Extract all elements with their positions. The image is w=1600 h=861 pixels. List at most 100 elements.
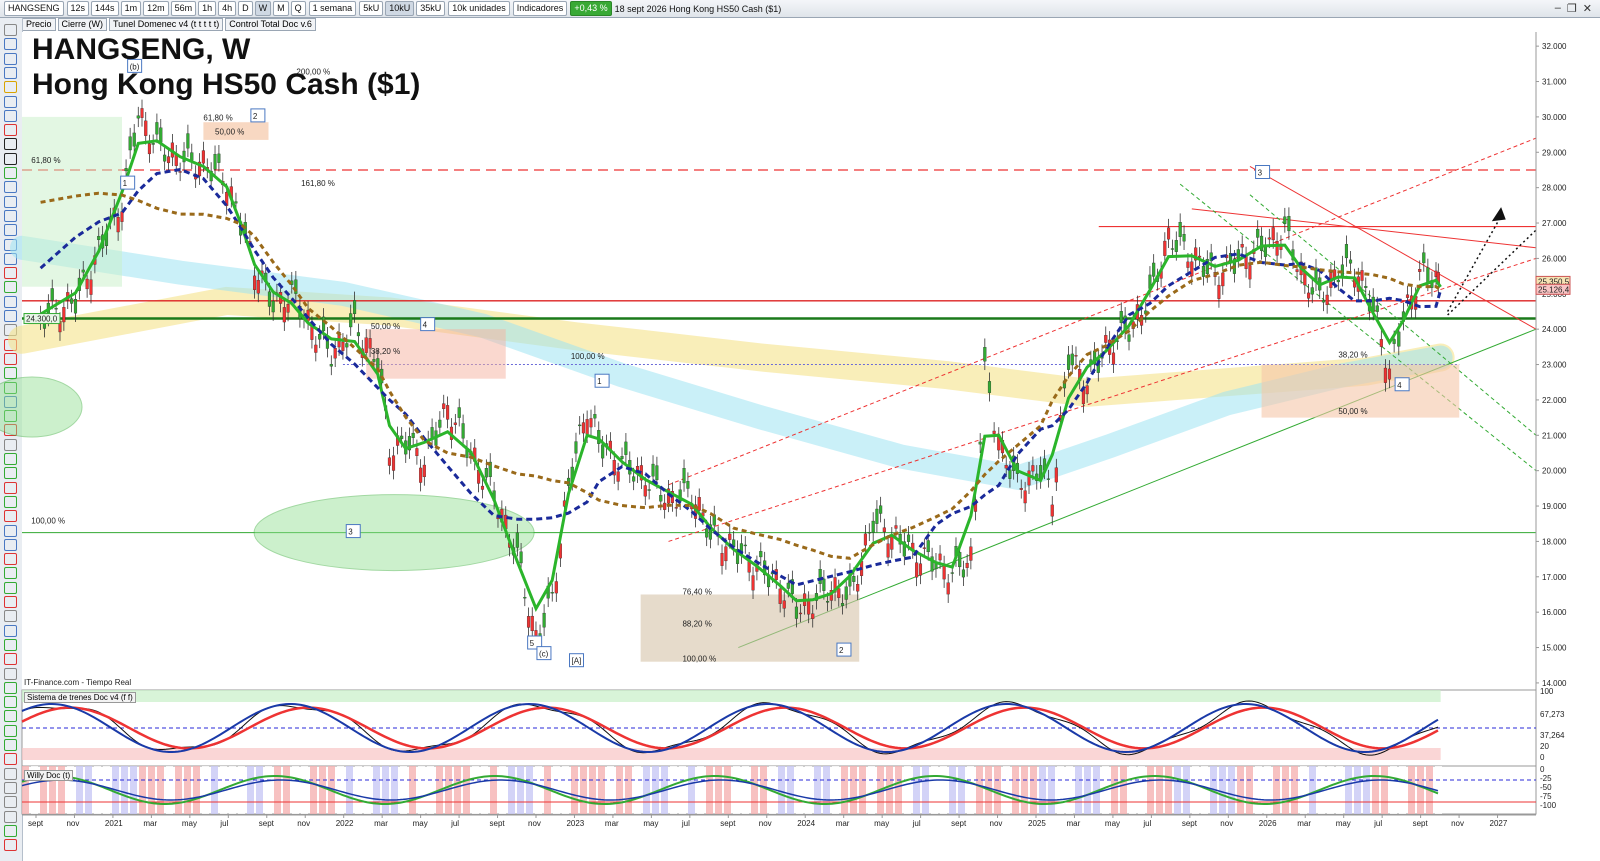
osc2-bar [1309,766,1316,814]
green-zone-left [22,116,123,287]
x-tick-label: 2024 [797,819,815,828]
candle-body [978,441,982,445]
candle-body [89,279,93,295]
x-tick-label: sept [490,819,506,828]
candle-body [318,334,322,340]
candle-body [322,316,326,332]
osc2-bar [76,766,83,814]
x-tick-label: 2023 [566,819,584,828]
osc2-bar [175,766,182,814]
x-tick-label: may [1105,819,1120,828]
candle-body [961,569,965,578]
osc2-bar [715,766,722,814]
wave-label: [A] [572,657,582,666]
candle-body [918,563,923,576]
candle-body [728,533,732,540]
osc2-bar [1282,766,1289,814]
osc2-bar [526,766,533,814]
candle-body [1031,465,1035,472]
candle-body [1344,244,1349,259]
osc2-bar [814,766,821,814]
y-tick-label: 19.000 [1542,502,1567,511]
candle-body [442,403,446,409]
candle-body [163,154,167,162]
candle-body [863,533,867,546]
x-tick-label: 2021 [105,819,123,828]
candle-body [624,441,628,455]
x-tick-label: jul [1142,819,1151,828]
candle-body [1217,284,1221,299]
x-tick-label: may [874,819,889,828]
osc2-bar [202,766,209,814]
osc2-bar [1246,766,1253,814]
x-tick-label: mar [143,819,157,828]
candle-body [585,419,589,435]
candle-body [147,143,151,155]
candle-body [446,405,450,420]
y-tick-label: 27.000 [1542,219,1567,228]
candle-body [523,597,527,599]
x-tick-label: may [413,819,428,828]
candle-body [593,414,597,419]
wave-label: 5 [530,639,535,648]
candle-body [1190,261,1194,277]
candle-body [349,313,353,328]
candle-body [419,467,423,483]
osc2-bar [346,766,353,814]
osc2-bar [1021,766,1028,814]
candle-body [674,507,678,509]
candle-body [922,547,926,549]
candle-body [942,564,946,580]
osc2-bar [382,766,389,814]
osc2-bar [1255,766,1262,814]
wave-label: (c) [539,650,549,659]
candle-body [852,576,856,582]
candle-body [1119,311,1123,324]
candle-body [965,562,969,568]
candle-body [1111,352,1116,365]
osc2-bar [1030,766,1037,814]
candle-body [958,552,962,568]
osc2-bar [373,766,380,814]
x-tick-label: 2025 [1028,819,1046,828]
candle-body [589,418,593,428]
candle-body [1186,261,1190,268]
osc2-bar [292,766,299,814]
candle-body [271,300,275,313]
candle-body [217,153,221,163]
osc2-bar [562,766,569,814]
candle-body [1283,216,1287,224]
osc2-bar [787,766,794,814]
candle-body [782,600,786,609]
osc2-axis-label: -75 [1540,792,1552,801]
candle-body [144,120,148,136]
osc2-bar [481,766,488,814]
candle-body [983,347,987,362]
osc2-bar [1264,766,1271,814]
candle-body [1074,355,1078,357]
osc2-bar [571,766,578,814]
y-tick-label: 26.000 [1542,254,1567,263]
osc2-bar [418,766,425,814]
candle-body [1221,272,1225,287]
candle-body [387,457,392,466]
target-ellipse [253,494,535,572]
osc2-bar [1390,766,1397,814]
osc1-axis-label: 67,273 [1540,710,1565,719]
candle-body [186,133,190,149]
candle-body [1070,353,1074,366]
x-tick-label: sept [1413,819,1429,828]
wave-label: 4 [1397,381,1402,390]
osc2-bar [958,766,965,814]
candle-body [73,299,78,314]
x-tick-label: nov [297,819,310,828]
osc2-bar [1039,766,1046,814]
osc2-bar [1066,766,1073,814]
osc2-bar [157,766,164,814]
osc2-bar [670,766,677,814]
x-tick-label: nov [759,819,772,828]
osc2-bar [139,766,146,814]
candle-body [1271,227,1275,241]
fib-label: 76,40 % [682,587,711,596]
osc2-bar [1336,766,1343,814]
